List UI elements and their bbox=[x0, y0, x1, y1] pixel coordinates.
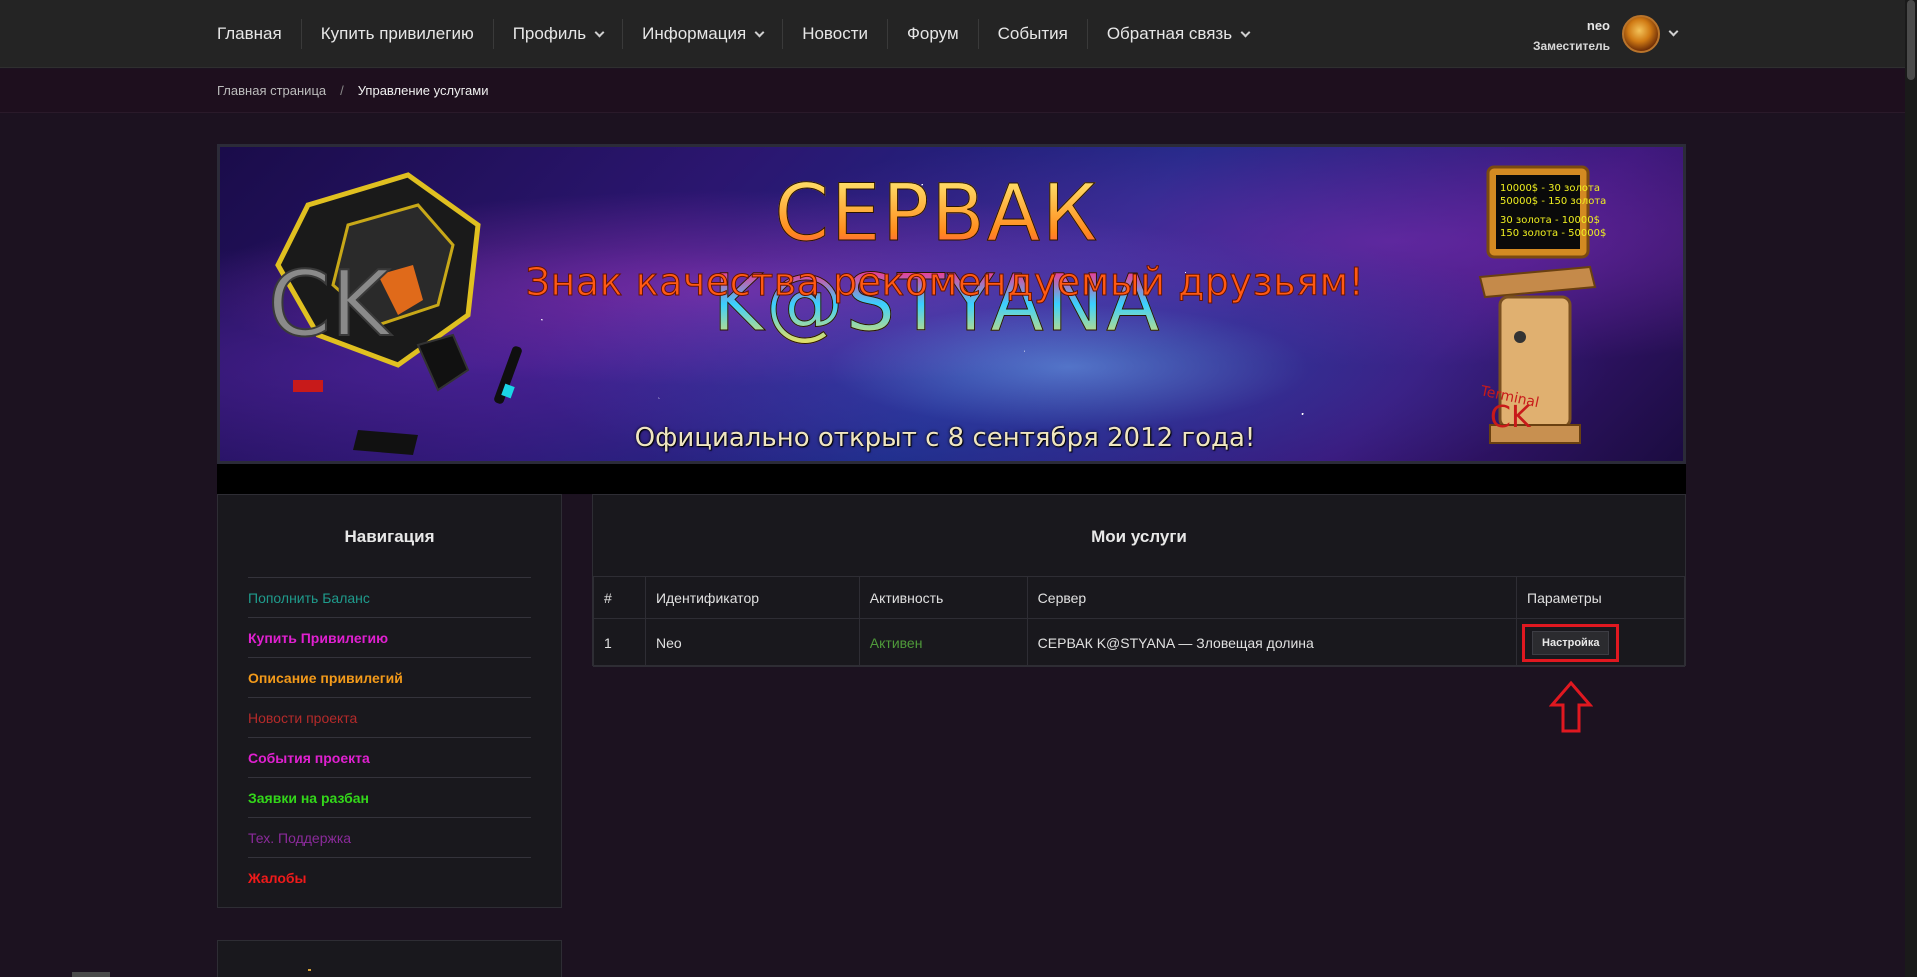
row-number: 1 bbox=[593, 618, 646, 667]
table-header-row: # Идентификатор Активность Сервер Параме… bbox=[593, 576, 1685, 619]
chevron-down-icon[interactable] bbox=[1668, 26, 1679, 37]
sidebar-item-4[interactable]: События проекта bbox=[248, 737, 531, 777]
nav-item-label: Форум bbox=[907, 24, 959, 43]
chevron-down-icon bbox=[1240, 27, 1251, 37]
services-title: Мои услуги bbox=[1091, 527, 1187, 546]
table-row: 1 Neo Активен СЕРВАК K@STYANA — Зловещая… bbox=[593, 618, 1685, 667]
nav-item-1[interactable]: Купить привилегию bbox=[300, 19, 493, 49]
breadcrumb: Главная страница / Управление услугами bbox=[217, 83, 488, 98]
sidebar-title: Навигация bbox=[344, 527, 435, 546]
chevron-down-icon bbox=[754, 27, 765, 37]
sidebar-item-2[interactable]: Описание привилегий bbox=[248, 657, 531, 697]
sidebar-navigation: Навигация Пополнить Баланс Купить Привиле… bbox=[217, 494, 562, 908]
row-status: Активен bbox=[858, 618, 1028, 667]
chevron-down-icon bbox=[594, 27, 605, 37]
sidebar-item-0[interactable]: Пополнить Баланс bbox=[248, 577, 531, 617]
user-name: neo bbox=[1586, 18, 1610, 33]
breadcrumb-current: Управление услугами bbox=[357, 83, 489, 98]
vertical-scrollbar[interactable] bbox=[1905, 0, 1917, 977]
column-header-parameters: Параметры bbox=[1516, 576, 1685, 619]
column-header-activity: Активность bbox=[858, 576, 1028, 619]
panel-decoration bbox=[308, 969, 311, 971]
top-navbar: Главная Купить привилегию Профиль Информаци… bbox=[0, 0, 1905, 68]
nav-item-label: Новости bbox=[802, 24, 868, 43]
horizontal-scrollbar-thumb[interactable] bbox=[72, 972, 110, 977]
nav-item-3[interactable]: Информация bbox=[622, 19, 782, 49]
nav-item-label: Профиль bbox=[512, 24, 587, 43]
nav-item-label: Главная bbox=[217, 24, 282, 43]
sidebar-item-5[interactable]: Заявки на разбан bbox=[248, 777, 531, 817]
sidebar-item-3[interactable]: Новости проекта bbox=[248, 697, 531, 737]
breadcrumb-bar: Главная страница / Управление услугами bbox=[0, 69, 1905, 113]
nav-item-7[interactable]: Обратная связь bbox=[1086, 19, 1268, 49]
column-header-number: # bbox=[593, 576, 646, 619]
sidebar-item-1[interactable]: Купить Привилегию bbox=[248, 617, 531, 657]
sidebar-item-7[interactable]: Жалобы bbox=[248, 857, 531, 897]
column-header-identifier: Идентификатор bbox=[644, 576, 860, 619]
row-parameters: Настройка bbox=[1516, 618, 1685, 667]
nav-item-label: Информация bbox=[642, 24, 747, 43]
logo-text: CK bbox=[268, 252, 392, 357]
terminal-line-2: 50000$ - 150 золота bbox=[1500, 196, 1606, 207]
user-menu[interactable]: neo Заместитель bbox=[1530, 12, 1680, 56]
banner-title: СЕРВАК K@STYANA bbox=[612, 169, 1262, 350]
nav-item-label: События bbox=[997, 24, 1068, 43]
settings-button[interactable]: Настройка bbox=[1532, 630, 1610, 655]
terminal-image: 10000$ - 30 золота 50000$ - 150 золота 3… bbox=[1478, 165, 1606, 444]
avatar[interactable] bbox=[1622, 15, 1660, 53]
banner-bottom-strip bbox=[217, 464, 1686, 494]
nav-item-0[interactable]: Главная bbox=[198, 19, 301, 49]
breadcrumb-home[interactable]: Главная страница bbox=[217, 83, 326, 98]
services-table: # Идентификатор Активность Сервер Параме… bbox=[593, 576, 1685, 667]
banner-footer-text: Официально открыт с 8 сентября 2012 года… bbox=[634, 423, 1256, 453]
arrow-up-outline-icon bbox=[1549, 680, 1593, 733]
breadcrumb-separator: / bbox=[340, 83, 344, 98]
row-identifier: Neo bbox=[644, 618, 860, 667]
terminal-line-4: 150 золота - 50000$ bbox=[1500, 228, 1606, 239]
terminal-line-1: 10000$ - 30 золота bbox=[1500, 183, 1600, 194]
nav-item-label: Купить привилегию bbox=[320, 24, 474, 43]
column-header-server: Сервер bbox=[1026, 576, 1518, 619]
banner-subtitle: Знак качества рекомендуемый друзьям! bbox=[525, 260, 1365, 305]
vertical-scrollbar-thumb[interactable] bbox=[1907, 0, 1915, 80]
sidebar-list: Пополнить Баланс Купить Привилегию Описани… bbox=[248, 577, 531, 897]
site-banner: CK СЕРВАК K@STYANA Знак качества рекомен… bbox=[217, 144, 1686, 464]
nav-item-4[interactable]: Новости bbox=[782, 19, 887, 49]
sidebar-item-6[interactable]: Тех. Поддержка bbox=[248, 817, 531, 857]
services-panel: Мои услуги # Идентификатор Активность Се… bbox=[592, 494, 1686, 667]
user-role: Заместитель bbox=[1532, 39, 1610, 53]
nav-item-5[interactable]: Форум bbox=[887, 19, 978, 49]
server-logo-image: CK bbox=[267, 172, 522, 455]
highlight-box: Настройка bbox=[1522, 623, 1620, 662]
sidebar-second-panel bbox=[217, 940, 562, 977]
terminal-line-3: 30 золота - 10000$ bbox=[1500, 215, 1600, 226]
terminal-label-bottom: CK bbox=[1490, 400, 1532, 435]
row-server: СЕРВАК K@STYANA — Зловещая долина bbox=[1026, 618, 1518, 667]
nav-item-label: Обратная связь bbox=[1106, 24, 1233, 43]
nav-item-2[interactable]: Профиль bbox=[492, 19, 622, 49]
main-nav: Главная Купить привилегию Профиль Информаци… bbox=[198, 0, 1268, 68]
nav-item-6[interactable]: События bbox=[977, 19, 1087, 49]
